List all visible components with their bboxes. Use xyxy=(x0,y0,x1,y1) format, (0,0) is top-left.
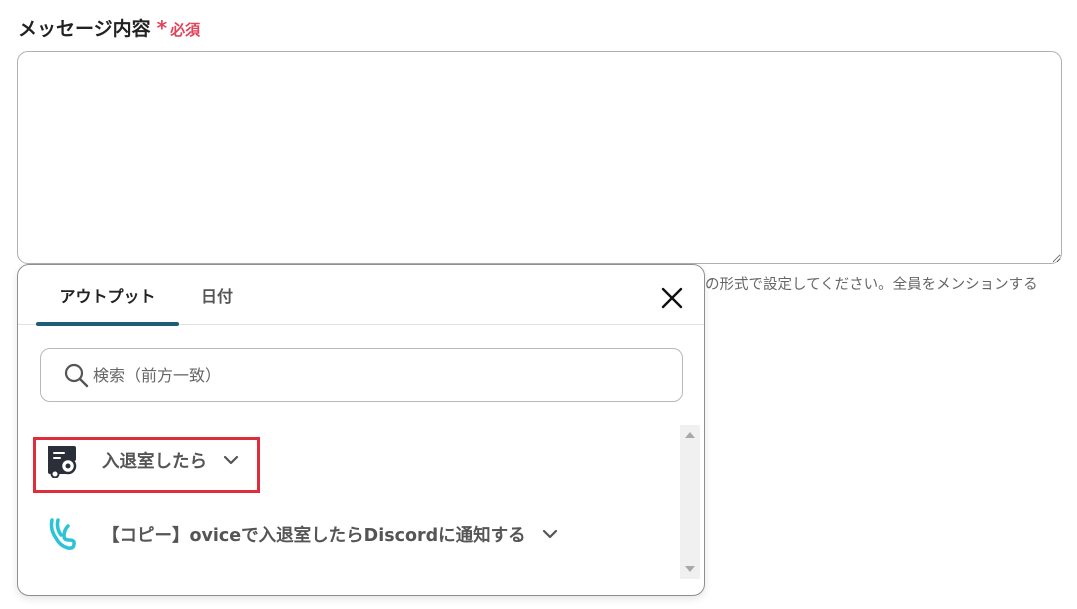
field-label-text: メッセージ内容 xyxy=(18,18,151,40)
tab-output[interactable]: アウトプット xyxy=(36,265,179,326)
close-button[interactable] xyxy=(658,284,686,312)
required-text: 必須 xyxy=(170,21,201,39)
output-picker-panel: アウトプット 日付 入退室したら xyxy=(17,264,705,596)
list-item-copied-flow[interactable]: 【コピー】oviceで入退室したらDiscordに通知する xyxy=(44,516,560,552)
list-item-entry-exit[interactable]: 入退室したら xyxy=(44,442,241,478)
field-hint: の形式で設定してください。全員をメンションする xyxy=(705,277,1038,293)
required-indicator: * 必須 xyxy=(157,16,200,40)
chevron-down-icon[interactable] xyxy=(540,524,560,544)
search-box xyxy=(40,348,683,402)
message-textarea[interactable] xyxy=(17,51,1062,264)
panel-tabs: アウトプット 日付 xyxy=(18,265,704,326)
yoom-flow-icon xyxy=(49,518,76,550)
ovice-app-icon xyxy=(48,446,77,478)
scroll-down-arrow[interactable] xyxy=(685,566,695,572)
tab-date[interactable]: 日付 xyxy=(184,265,250,325)
search-input[interactable] xyxy=(93,349,682,401)
list-item-label: 【コピー】oviceで入退室したらDiscordに通知する xyxy=(102,525,526,546)
close-icon xyxy=(661,287,683,309)
scrollbar[interactable] xyxy=(680,425,700,579)
list-item-label: 入退室したら xyxy=(102,451,207,472)
scroll-up-arrow[interactable] xyxy=(685,432,695,438)
message-field-label: メッセージ内容 * 必須 xyxy=(18,14,200,41)
output-list: 入退室したら 【コピー】oviceで入退室したらDiscordに通知する xyxy=(18,425,704,595)
chevron-down-icon[interactable] xyxy=(221,450,241,470)
required-asterisk: * xyxy=(156,16,168,40)
search-icon xyxy=(64,363,89,388)
